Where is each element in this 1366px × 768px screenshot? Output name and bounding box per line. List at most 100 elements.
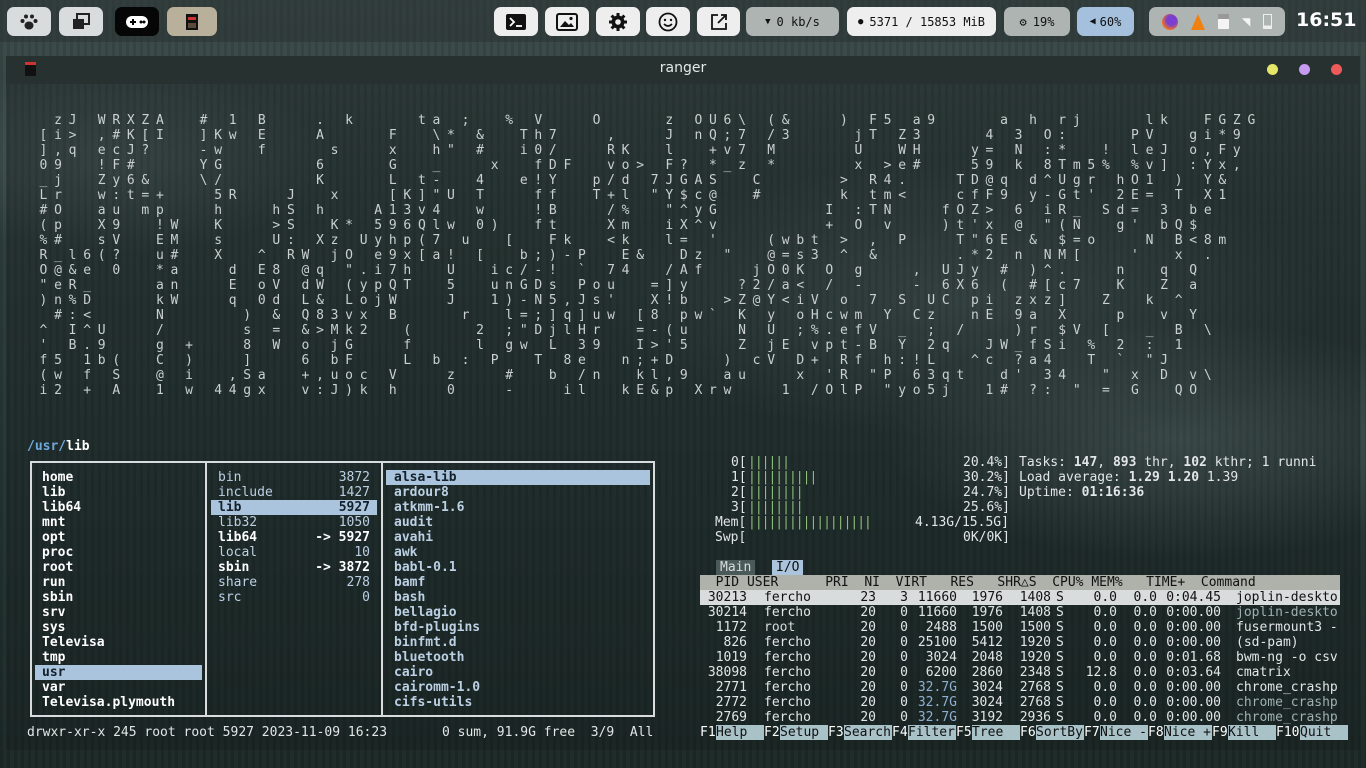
preview-list-item[interactable]: audit	[394, 515, 433, 530]
parent-list-item[interactable]: Televisa	[42, 635, 105, 650]
fkey-kill-button[interactable]: Kill	[1228, 725, 1276, 740]
preview-list-item[interactable]: binfmt.d	[394, 635, 457, 650]
matrix-row: f 5 1 b ( C ) ] 6 b F L b : P T 8 e n ; …	[25, 353, 1168, 368]
preview-list-item[interactable]: bluetooth	[394, 650, 464, 665]
preview-list-item[interactable]: cairo	[394, 665, 433, 680]
current-list-item[interactable]: share	[218, 575, 257, 590]
battery-icon[interactable]	[1263, 14, 1273, 29]
parent-list-item[interactable]: tmp	[42, 650, 65, 665]
current-list-item[interactable]: include	[218, 485, 273, 500]
firefox-icon[interactable]	[1161, 13, 1178, 30]
preview-list-item[interactable]: bfd-plugins	[394, 620, 480, 635]
process-cell-mem: 0.0	[1133, 605, 1157, 620]
process-cell-user: fercho	[764, 650, 811, 665]
fkey-nice-button[interactable]: Nice +	[1164, 725, 1212, 740]
current-list-item[interactable]: bin	[218, 470, 241, 485]
preview-list-item[interactable]: atkmm-1.6	[394, 500, 464, 515]
matrix-row: % # s V E M s U : X z U y h p ( 7 u [ F …	[25, 233, 1227, 248]
preview-list-item[interactable]: avahi	[394, 530, 433, 545]
parent-list-item[interactable]: proc	[42, 545, 73, 560]
parent-list-item[interactable]: opt	[42, 530, 65, 545]
preview-list-item[interactable]: ardour8	[394, 485, 449, 500]
process-cell-s: S	[1056, 665, 1064, 680]
process-cell-mem: 0.0	[1133, 620, 1157, 635]
parent-list-item[interactable]: root	[42, 560, 73, 575]
paw-icon[interactable]	[7, 7, 51, 36]
clock[interactable]: 16:51	[1296, 9, 1356, 31]
fkey-help-button[interactable]: Help	[716, 725, 764, 740]
parent-list-item[interactable]: mnt	[42, 515, 65, 530]
current-list-item[interactable]: lib32	[218, 515, 257, 530]
fkey-nice-button[interactable]: Nice -	[1100, 725, 1148, 740]
parent-list-item[interactable]: home	[42, 470, 73, 485]
preview-list-item[interactable]: cifs-utils	[394, 695, 472, 710]
windows-icon[interactable]	[59, 7, 103, 36]
process-cell-virt: 11660	[917, 605, 957, 620]
fkey-sortby-button[interactable]: SortBy	[1036, 725, 1084, 740]
process-cell-res: 3024	[971, 695, 1003, 710]
fkey-search-button[interactable]: Search	[844, 725, 892, 740]
process-cell-time: 0:04.45	[1166, 590, 1221, 605]
parent-list-item[interactable]: run	[42, 575, 65, 590]
vlc-icon[interactable]	[1190, 13, 1205, 30]
parent-list-item[interactable]: var	[42, 680, 65, 695]
tab-main[interactable]: Main	[716, 560, 756, 575]
fkey-filter-button[interactable]: Filter	[908, 725, 956, 740]
process-cell-res: 3024	[971, 680, 1003, 695]
tasks-sep: ,	[1097, 455, 1113, 470]
process-cell-shr: 1920	[1019, 650, 1051, 665]
preview-list-item[interactable]: alsa-lib	[386, 470, 650, 485]
external-link-icon[interactable]	[697, 7, 740, 36]
smile-icon[interactable]	[646, 7, 690, 36]
fkey-tree-button[interactable]: Tree	[972, 725, 1020, 740]
minimize-button[interactable]	[1267, 64, 1278, 75]
process-cell-pri: 20	[860, 650, 876, 665]
gamepad-icon[interactable]	[115, 7, 159, 36]
process-cell-virt: 32.7G	[917, 710, 957, 725]
preview-list-item[interactable]: bash	[394, 590, 425, 605]
current-list-item[interactable]: src	[218, 590, 241, 605]
ranger-app-icon[interactable]	[167, 7, 217, 36]
parent-list-item[interactable]: Televisa.plymouth	[42, 695, 175, 710]
preview-list-item[interactable]: awk	[394, 545, 417, 560]
column-divider	[205, 461, 207, 717]
current-list-item[interactable]: sbin	[218, 560, 249, 575]
matrix-row: R _ l 6 ( ? u # X ^ R W j O e 9 x [ a ! …	[25, 248, 1212, 263]
parent-list-item[interactable]: srv	[42, 605, 65, 620]
parent-list-item[interactable]: lib	[42, 485, 65, 500]
preview-list-item[interactable]: babl-0.1	[394, 560, 457, 575]
current-list-item[interactable]: lib64	[218, 530, 257, 545]
process-cell-pri: 20	[860, 620, 876, 635]
fkey-number: F8	[1148, 725, 1164, 740]
cpu-meter-value: 20.4%]	[963, 455, 1010, 470]
image-icon[interactable]	[545, 7, 589, 36]
preview-list-item[interactable]: bellagio	[394, 605, 457, 620]
matrix-row: ( w f S @ i , S a + , u o c V z # b / n …	[25, 368, 1212, 383]
tab-io[interactable]: I/O	[772, 560, 804, 575]
volume-indicator[interactable]: ◀ 60%	[1077, 7, 1134, 36]
current-list-item[interactable]: lib	[218, 500, 241, 515]
network-indicator[interactable]: ▼ 0 kb/s	[746, 7, 839, 36]
wifi-icon[interactable]: ◥	[1242, 14, 1250, 30]
fkey-number: F4	[892, 725, 908, 740]
item-count: 1427	[338, 485, 370, 500]
process-header-text[interactable]: PID USER PRI NI VIRT RES SHR△S CPU% MEM%…	[700, 575, 1340, 590]
preview-list-item[interactable]: cairomm-1.0	[394, 680, 480, 695]
parent-list-item[interactable]: usr	[35, 665, 202, 680]
terminal-icon[interactable]	[494, 7, 538, 36]
gear-icon[interactable]	[596, 7, 640, 36]
parent-list-item[interactable]: sys	[42, 620, 65, 635]
current-list-item[interactable]: local	[218, 545, 257, 560]
memory-indicator[interactable]: ● 5371 / 15853 MiB	[847, 7, 996, 36]
usb-drive-icon[interactable]	[1217, 14, 1229, 29]
fkey-setup-button[interactable]: Setup	[780, 725, 828, 740]
cpu-indicator[interactable]: ⚙ 19%	[1004, 7, 1070, 36]
close-button[interactable]	[1331, 64, 1342, 75]
parent-list-item[interactable]: lib64	[42, 500, 81, 515]
fkey-quit-button[interactable]: Quit	[1300, 725, 1348, 740]
preview-list-item[interactable]: bamf	[394, 575, 425, 590]
cpu-icon: ⚙	[1019, 14, 1027, 29]
maximize-button[interactable]	[1299, 64, 1310, 75]
tasks-count: 147	[1073, 455, 1098, 470]
parent-list-item[interactable]: sbin	[42, 590, 73, 605]
